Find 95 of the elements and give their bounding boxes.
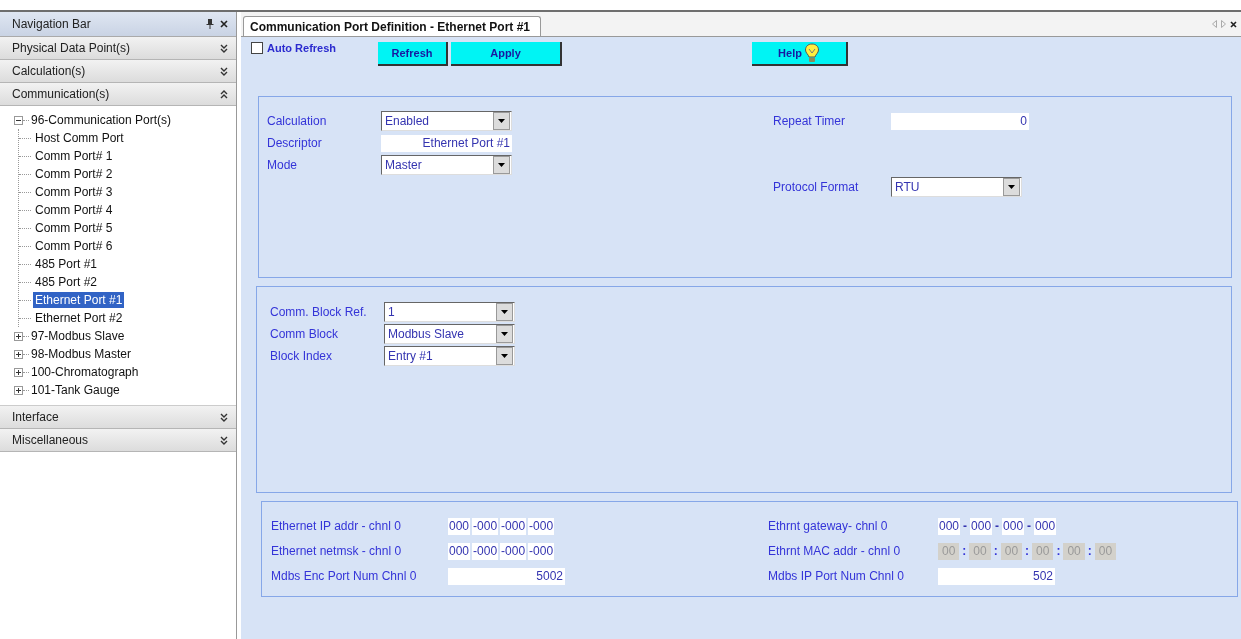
tree-item[interactable]: Comm Port# 6 [33,238,115,254]
address-segment-field[interactable]: 000 [1034,517,1057,535]
address-segment-field[interactable]: -000 [500,542,527,560]
field-label: Ethrnt gateway- chnl 0 [768,519,889,533]
expand-icon[interactable] [220,412,228,422]
caret-icon [501,332,508,336]
address-segment-field[interactable]: 000 [448,542,471,560]
tree-item[interactable]: Comm Port# 5 [33,220,115,236]
address-segment-field[interactable]: 000 [970,517,993,535]
address-segment-field[interactable]: -000 [528,542,555,560]
close-icon[interactable] [1230,20,1237,28]
expand-icon[interactable] [14,349,23,359]
caret-icon [1008,185,1015,189]
input-field[interactable]: Ethernet Port #1 [381,134,512,152]
tree-item[interactable]: Ethernet Port #2 [33,310,125,326]
dropdown[interactable]: RTU [891,177,1022,197]
checkbox-label[interactable]: Auto Refresh [267,42,337,54]
tree-item[interactable]: 96-Communication Port(s) [31,113,172,127]
address-segment-field[interactable]: -000 [472,517,499,535]
expand-icon[interactable] [220,66,228,76]
field-label: Mdbs IP Port Num Chnl 0 [768,569,905,583]
field-label: Protocol Format [773,180,860,194]
separator-text: : [1055,544,1062,558]
pin-icon[interactable] [206,19,214,29]
address-segment-field[interactable]: 000 [448,517,471,535]
toolbar-button[interactable]: Apply [451,42,562,66]
field-label: Comm. Block Ref. [270,305,368,319]
section-header[interactable]: Interface [0,406,236,429]
tree-item[interactable]: 100-Chromatograph [31,365,139,379]
input-field[interactable]: 0 [891,112,1029,130]
document-tab[interactable]: Communication Port Definition - Ethernet Port #1 [243,16,541,36]
dropdown[interactable]: Master [381,155,512,175]
separator-text: - [1026,519,1033,533]
expand-icon[interactable] [14,331,23,341]
dropdown[interactable]: Entry #1 [384,346,515,366]
caret-icon [498,119,505,123]
expand-icon[interactable] [14,385,23,395]
separator-text: : [1024,544,1031,558]
panel-title: Navigation Bar [12,17,92,31]
field-label: Ethrnt MAC addr - chnl 0 [768,544,902,558]
tree-item[interactable]: 97-Modbus Slave [31,329,125,343]
field-label: Ethernet netmsk - chnl 0 [271,544,403,558]
section-header[interactable]: Miscellaneous [0,429,236,452]
separator-text: - [994,519,1001,533]
close-icon[interactable] [220,20,228,28]
tree-item[interactable]: 485 Port #2 [33,274,100,290]
field-label: Ethernet IP addr - chnl 0 [271,519,402,533]
tree-item[interactable]: Comm Port# 4 [33,202,115,218]
tree-item[interactable]: Comm Port# 2 [33,166,115,182]
tree-item[interactable]: Ethernet Port #1 [33,292,125,308]
tree-item[interactable]: 98-Modbus Master [31,347,132,361]
section-header[interactable]: Communication(s) [0,83,236,106]
address-segment-field[interactable]: -000 [500,517,527,535]
tree-item[interactable]: Comm Port# 3 [33,184,115,200]
field-label: Repeat Timer [773,114,847,128]
collapse-icon[interactable] [14,115,23,125]
lightbulb-icon [803,43,820,63]
tree-item[interactable]: 485 Port #1 [33,256,100,272]
tree-item[interactable]: Host Comm Port [33,130,126,146]
expand-icon[interactable] [220,43,228,53]
input-field[interactable]: 502 [938,567,1055,585]
checkbox[interactable] [251,42,263,54]
expand-icon[interactable] [220,435,228,445]
address-segment-field[interactable]: 000 [1002,517,1025,535]
caret-icon [501,354,508,358]
address-segment-field: 00 [1063,542,1085,560]
dropdown[interactable]: 1 [384,302,515,322]
section-header[interactable]: Calculation(s) [0,60,236,83]
input-field[interactable]: 5002 [448,567,565,585]
section-header[interactable]: Physical Data Point(s) [0,37,236,60]
expand-icon[interactable] [14,367,23,377]
field-label: Calculation [267,114,328,128]
address-segment-field[interactable]: -000 [472,542,499,560]
collapse-icon[interactable] [220,89,228,99]
field-label: Mode [267,158,299,172]
separator-text: : [992,544,999,558]
address-segment-field: 00 [1000,542,1023,560]
address-segment-field: 00 [1094,542,1117,560]
field-label: Mdbs Enc Port Num Chnl 0 [271,569,418,583]
tree-item[interactable]: 101-Tank Gauge [31,383,120,397]
field-label: Block Index [270,349,334,363]
separator-text: - [962,519,969,533]
dropdown[interactable]: Enabled [381,111,512,131]
caret-icon [501,310,508,314]
field-label: Comm Block [270,327,339,341]
separator-text: : [1086,544,1093,558]
address-segment-field[interactable]: 000 [938,517,961,535]
dropdown[interactable]: Modbus Slave [384,324,515,344]
caret-icon [498,163,505,167]
help-button[interactable]: Help [752,42,848,66]
separator-text: : [961,544,968,558]
field-label: Descriptor [267,136,323,150]
address-segment-field[interactable]: -000 [528,517,555,535]
toolbar-button[interactable]: Refresh [378,42,448,66]
tree-item[interactable]: Comm Port# 1 [33,148,115,164]
